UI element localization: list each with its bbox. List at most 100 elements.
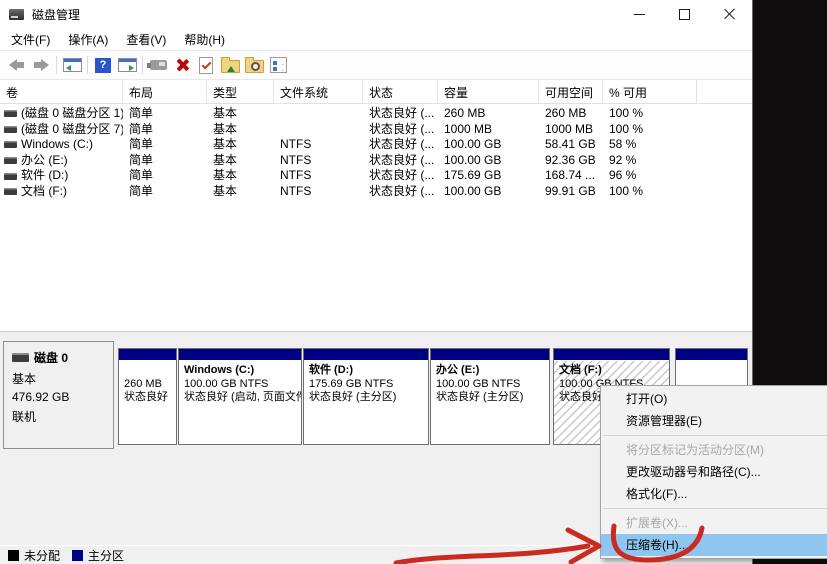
console-tree-button[interactable]	[60, 54, 84, 76]
drive-icon	[4, 173, 17, 180]
column-header-percent-free[interactable]: % 可用	[603, 80, 697, 103]
cell-layout: 简单	[123, 153, 207, 169]
drive-icon	[4, 157, 17, 164]
cell-layout: 简单	[123, 106, 207, 122]
cell-free: 1000 MB	[539, 122, 603, 138]
menu-file[interactable]: 文件(F)	[2, 29, 59, 50]
cell-layout: 简单	[123, 137, 207, 153]
device-button[interactable]	[146, 54, 170, 76]
partition-color-bar	[119, 349, 176, 361]
close-button[interactable]	[707, 0, 752, 28]
partition-color-bar	[676, 349, 747, 361]
partition-block-d[interactable]: 软件 (D:) 175.69 GB NTFS 状态良好 (主分区)	[303, 348, 429, 445]
cell-type: 基本	[207, 137, 274, 153]
context-menu-item-extend-volume: 扩展卷(X)...	[601, 512, 827, 534]
volume-row-e[interactable]: 办公 (E:) 简单 基本 NTFS 状态良好 (... 100.00 GB 9…	[0, 153, 752, 169]
partition-status: 状态良好	[124, 391, 176, 405]
forward-icon	[33, 59, 49, 71]
cell-filesystem	[274, 122, 363, 138]
cell-free: 168.74 ...	[539, 168, 603, 184]
cell-volume: 软件 (D:)	[0, 168, 123, 184]
partition-size: 260 MB	[124, 378, 176, 392]
cell-free: 260 MB	[539, 106, 603, 122]
cell-layout: 简单	[123, 168, 207, 184]
partition-status: 状态良好 (启动, 页面文件, 故障转储, 主分区)	[184, 391, 301, 405]
volume-row-f[interactable]: 文档 (F:) 简单 基本 NTFS 状态良好 (... 100.00 GB 9…	[0, 184, 752, 200]
partition-color-bar	[304, 349, 428, 361]
cell-volume: Windows (C:)	[0, 137, 123, 153]
volume-rows: (磁盘 0 磁盘分区 1) 简单 基本 状态良好 (... 260 MB 260…	[0, 104, 752, 200]
cell-percent-free: 96 %	[603, 168, 697, 184]
context-menu-item-change-drive-letter[interactable]: 更改驱动器号和路径(C)...	[601, 461, 827, 483]
column-header-free-space[interactable]: 可用空间	[539, 80, 603, 103]
minimize-icon	[634, 14, 645, 15]
partition-block-e[interactable]: 办公 (E:) 100.00 GB NTFS 状态良好 (主分区)	[430, 348, 550, 445]
menu-help[interactable]: 帮助(H)	[175, 29, 234, 50]
delete-volume-button[interactable]	[170, 54, 194, 76]
cell-type: 基本	[207, 184, 274, 200]
cell-status: 状态良好 (...	[363, 153, 438, 169]
volume-list-header: 卷 布局 类型 文件系统 状态 容量 可用空间 % 可用	[0, 79, 752, 104]
cell-capacity: 175.69 GB	[438, 168, 539, 184]
help-button[interactable]: ?	[91, 54, 115, 76]
forward-button[interactable]	[29, 54, 53, 76]
maximize-button[interactable]	[662, 0, 707, 28]
partition-block-system[interactable]: 260 MB 状态良好	[118, 348, 177, 445]
cell-type: 基本	[207, 168, 274, 184]
column-header-status[interactable]: 状态	[363, 80, 438, 103]
cell-type: 基本	[207, 106, 274, 122]
column-header-layout[interactable]: 布局	[123, 80, 207, 103]
volume-row-partition1[interactable]: (磁盘 0 磁盘分区 1) 简单 基本 状态良好 (... 260 MB 260…	[0, 106, 752, 122]
action-pane-button[interactable]	[115, 54, 139, 76]
disk-management-app-icon	[9, 9, 24, 20]
help-icon: ?	[95, 58, 111, 73]
cell-layout: 简单	[123, 184, 207, 200]
properties-button[interactable]	[266, 54, 290, 76]
volume-row-d[interactable]: 软件 (D:) 简单 基本 NTFS 状态良好 (... 175.69 GB 1…	[0, 168, 752, 184]
partition-block-windows-c[interactable]: Windows (C:) 100.00 GB NTFS 状态良好 (启动, 页面…	[178, 348, 302, 445]
properties-list-icon	[270, 57, 287, 73]
cell-filesystem: NTFS	[274, 168, 363, 184]
disk0-info-panel[interactable]: 磁盘 0 基本 476.92 GB 联机	[3, 341, 114, 449]
partition-size: 100.00 GB NTFS	[184, 378, 301, 392]
volume-row-windows-c[interactable]: Windows (C:) 简单 基本 NTFS 状态良好 (... 100.00…	[0, 137, 752, 153]
column-header-type[interactable]: 类型	[207, 80, 274, 103]
cell-capacity: 1000 MB	[438, 122, 539, 138]
drive-icon	[4, 141, 17, 148]
menu-view[interactable]: 查看(V)	[117, 29, 175, 50]
cell-capacity: 260 MB	[438, 106, 539, 122]
context-menu-item-format[interactable]: 格式化(F)...	[601, 483, 827, 505]
drive-icon	[4, 110, 17, 117]
cell-free: 58.41 GB	[539, 137, 603, 153]
cell-volume: 办公 (E:)	[0, 153, 123, 169]
folder-search-icon	[245, 60, 264, 73]
context-menu-item-explorer[interactable]: 资源管理器(E)	[601, 410, 827, 432]
cell-percent-free: 58 %	[603, 137, 697, 153]
explore-folder-button[interactable]	[242, 54, 266, 76]
column-header-filler	[697, 80, 752, 103]
context-menu-item-shrink-volume[interactable]: 压缩卷(H)...	[601, 534, 827, 556]
menu-action[interactable]: 操作(A)	[59, 29, 117, 50]
back-button[interactable]	[5, 54, 29, 76]
cell-filesystem: NTFS	[274, 137, 363, 153]
check-volume-button[interactable]	[194, 54, 218, 76]
cell-status: 状态良好 (...	[363, 122, 438, 138]
volume-row-partition7[interactable]: (磁盘 0 磁盘分区 7) 简单 基本 状态良好 (... 1000 MB 10…	[0, 122, 752, 138]
disk-type: 基本	[4, 370, 113, 387]
toolbar: ?	[0, 50, 752, 80]
partition-color-bar	[431, 349, 549, 361]
toolbar-separator	[142, 56, 143, 74]
cell-layout: 简单	[123, 122, 207, 138]
cell-volume: 文档 (F:)	[0, 184, 123, 200]
column-header-filesystem[interactable]: 文件系统	[274, 80, 363, 103]
column-header-volume[interactable]: 卷	[0, 80, 123, 103]
back-icon	[9, 59, 25, 71]
context-menu-item-open[interactable]: 打开(O)	[601, 388, 827, 410]
toolbar-separator	[56, 56, 57, 74]
close-icon	[724, 8, 736, 20]
drive-icon	[4, 126, 17, 133]
drive-icon	[4, 188, 17, 195]
column-header-capacity[interactable]: 容量	[438, 80, 539, 103]
minimize-button[interactable]	[617, 0, 662, 28]
open-folder-button[interactable]	[218, 54, 242, 76]
